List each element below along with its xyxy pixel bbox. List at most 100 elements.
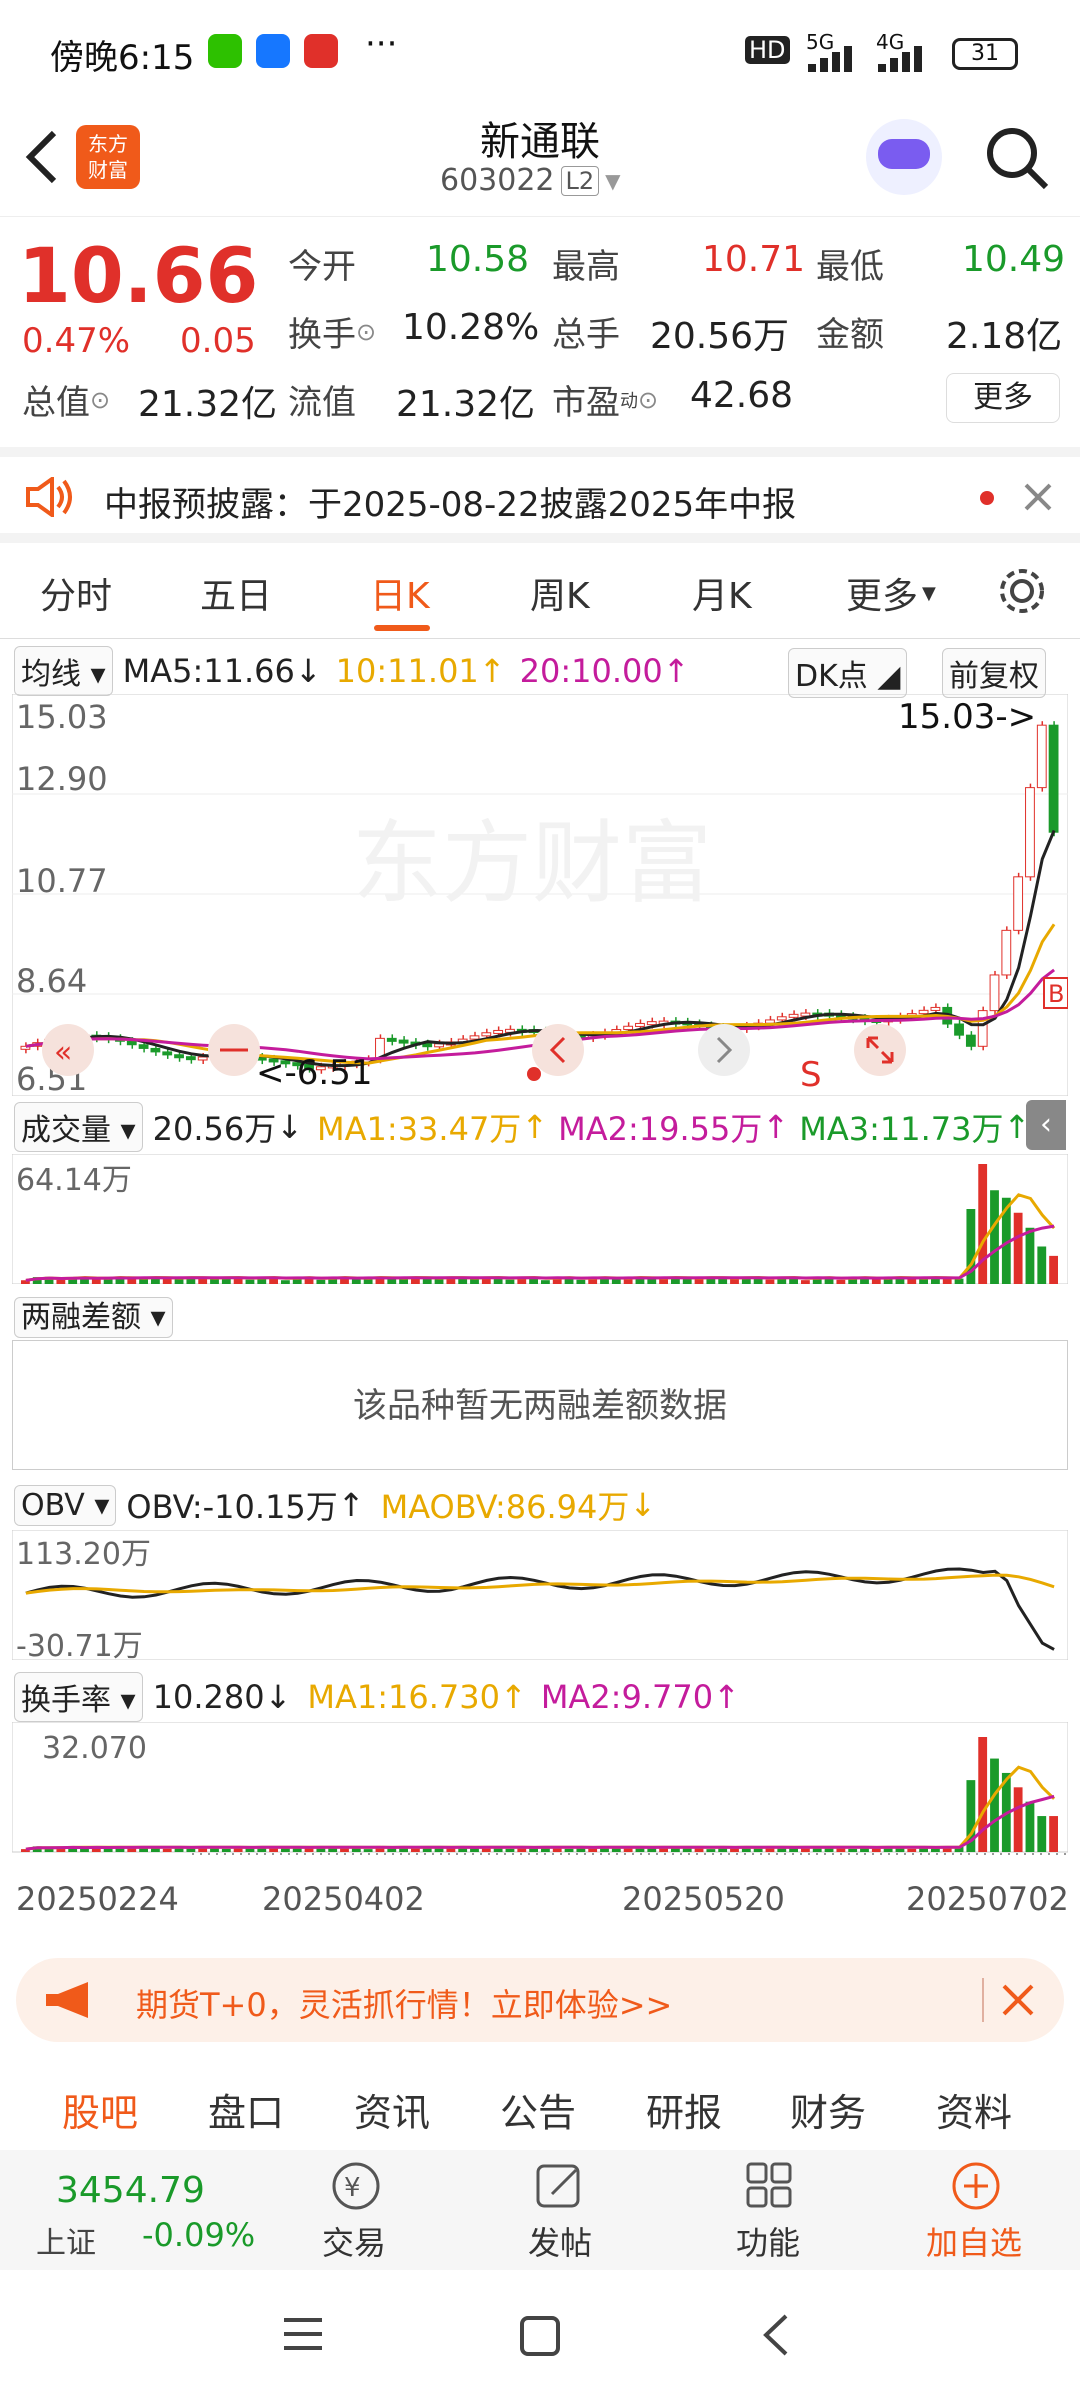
post-icon[interactable]: [534, 2160, 586, 2212]
volume-chart[interactable]: 64.14万: [12, 1154, 1068, 1284]
app-icon: [256, 34, 290, 68]
menu-icon[interactable]: [280, 2314, 326, 2354]
y-label-4: 8.64: [16, 962, 87, 1000]
function-grid-icon[interactable]: [744, 2160, 796, 2212]
turnover-chart[interactable]: 32.070: [12, 1722, 1068, 1858]
post-label[interactable]: 发帖: [528, 2218, 592, 2264]
kline-main-chart[interactable]: 东方财富 15.03 12.90 10.77 8.64 6.51 15.03->…: [12, 694, 1068, 1096]
volume-bar: [127, 1278, 137, 1284]
tab-forum[interactable]: 股吧: [62, 2082, 138, 2137]
close-icon[interactable]: [1022, 481, 1054, 513]
notice-bar[interactable]: 中报预披露：于2025-08-22披露2025年中报: [0, 447, 1080, 543]
margin-select[interactable]: 两融差额 ▾: [14, 1297, 173, 1338]
turnover-y-max: 32.070: [42, 1731, 147, 1766]
tab-weekly-k[interactable]: 周K: [530, 567, 590, 619]
tab-profile[interactable]: 资料: [936, 2082, 1012, 2137]
volume-y-max: 64.14万: [16, 1163, 132, 1198]
volume-select[interactable]: 成交量 ▾: [14, 1102, 143, 1152]
back-nav-icon[interactable]: [756, 2310, 796, 2360]
more-button[interactable]: 更多: [946, 373, 1060, 423]
tab-research[interactable]: 研报: [646, 2082, 722, 2137]
stock-code-selector[interactable]: 603022 L2 ▼: [440, 163, 621, 198]
high-label: 最高: [552, 247, 620, 287]
turnover-indicator-value: 10.280: [152, 1678, 265, 1716]
turnover-bar: [848, 1848, 858, 1852]
volume-bar: [1025, 1227, 1035, 1284]
y-label-2: 12.90: [16, 760, 108, 798]
add-watchlist-icon[interactable]: [950, 2160, 1002, 2212]
status-bar: 傍晚6:15 ··· HD 5G 4G 31: [0, 0, 1080, 105]
add-watchlist-label[interactable]: 加自选: [926, 2218, 1022, 2264]
volume-bar: [245, 1279, 255, 1284]
function-label[interactable]: 功能: [736, 2218, 800, 2264]
wechat-icon: [208, 34, 242, 68]
float-label: 流值: [288, 383, 356, 423]
pe-value: 42.68: [690, 375, 794, 416]
adjust-select[interactable]: 前复权: [942, 648, 1046, 698]
tab-intraday[interactable]: 分时: [40, 567, 112, 619]
turnover-bar: [363, 1849, 373, 1852]
promo-banner[interactable]: 期货T+0，灵活抓行情！立即体验>>: [16, 1958, 1064, 2042]
turnover-bar: [1025, 1801, 1035, 1852]
buy-mark: B: [1048, 980, 1064, 1008]
candle: [788, 1013, 799, 1018]
robot-avatar-icon[interactable]: [866, 119, 942, 195]
volume-bar: [1013, 1212, 1023, 1284]
candle: [1048, 724, 1059, 833]
high-value: 10.71: [702, 239, 806, 280]
turnover-bar: [907, 1848, 917, 1852]
speaker-icon: [26, 477, 72, 517]
obv-header: OBV ▾ OBV:-10.15万 ↑ MAOBV:86.94万 ↓: [14, 1482, 656, 1528]
home-icon[interactable]: [518, 2314, 562, 2358]
tab-five-day[interactable]: 五日: [200, 567, 272, 619]
candle: [977, 1010, 988, 1047]
unread-dot-icon: [980, 491, 994, 505]
promo-close-icon[interactable]: [1000, 1982, 1036, 2018]
tab-more[interactable]: 更多 ▼: [846, 567, 936, 619]
search-icon[interactable]: [982, 123, 1052, 193]
bottom-toolbar: 3454.79 上证 -0.09% ¥ 交易 发帖 功能 加自选: [0, 2150, 1080, 2270]
volume-bar: [801, 1280, 810, 1284]
candle: [422, 1043, 433, 1048]
margin-empty-message: 该品种暂无两融差额数据: [12, 1340, 1068, 1470]
volume-bar: [611, 1279, 621, 1284]
tab-finance[interactable]: 财务: [790, 2082, 866, 2137]
volume-header: 成交量 ▾ 20.56万 ↓ MA1:33.47万 ↑ MA2:19.55万 ↑ MA…: [14, 1102, 1030, 1152]
content-tabs: 股吧 盘口 资讯 公告 研报 财务 资料: [0, 2060, 1080, 2150]
turnover-bar: [1013, 1787, 1023, 1852]
stock-header: 东方 财富 新通联 603022 L2 ▼: [0, 105, 1080, 217]
tab-news[interactable]: 资讯: [354, 2082, 430, 2137]
volume-indicator-value: 20.56万: [152, 1110, 277, 1148]
trade-icon[interactable]: ¥: [330, 2160, 382, 2212]
open-value: 10.58: [426, 239, 530, 280]
obv-chart[interactable]: 113.20万 -30.71万: [12, 1530, 1068, 1660]
max-price-label: 15.03->: [898, 697, 1036, 737]
candle: [174, 1054, 184, 1059]
turnover-select[interactable]: 换手率 ▾: [14, 1672, 143, 1722]
volume-bar: [505, 1279, 515, 1284]
turnover-bar: [564, 1848, 574, 1852]
ma10-value: 10:11.01: [335, 652, 479, 690]
candle: [635, 1022, 645, 1027]
collapse-panel-icon[interactable]: ‹: [1026, 1100, 1066, 1150]
change-value: 0.05: [180, 321, 256, 361]
tab-daily-k[interactable]: 日K: [370, 567, 430, 619]
fullscreen-icon: [854, 1024, 906, 1076]
tab-orderbook[interactable]: 盘口: [208, 2082, 284, 2137]
settings-gear-icon[interactable]: [996, 565, 1048, 617]
obv-y-bottom: -30.71万: [16, 1629, 143, 1660]
ma-select[interactable]: 均线 ▾: [14, 646, 113, 696]
trade-label[interactable]: 交易: [322, 2218, 386, 2264]
volume-bar: [470, 1279, 479, 1284]
obv-select[interactable]: OBV ▾: [14, 1484, 117, 1526]
tab-monthly-k[interactable]: 月K: [692, 567, 752, 619]
tab-announcement[interactable]: 公告: [500, 2082, 576, 2137]
date-label-1: 20250224: [16, 1880, 179, 1918]
candle: [776, 1016, 787, 1021]
turnover-header: 换手率 ▾ 10.280 ↓ MA1:16.730 ↑ MA2:9.770 ↑: [14, 1672, 740, 1722]
ma5-value: MA5:11.66: [122, 652, 295, 690]
vol-ma2: MA2:19.55万: [558, 1110, 763, 1148]
index-value[interactable]: 3454.79: [56, 2170, 205, 2211]
turnover-bar: [1037, 1816, 1047, 1852]
dk-select[interactable]: DK点 ◢: [788, 648, 908, 698]
